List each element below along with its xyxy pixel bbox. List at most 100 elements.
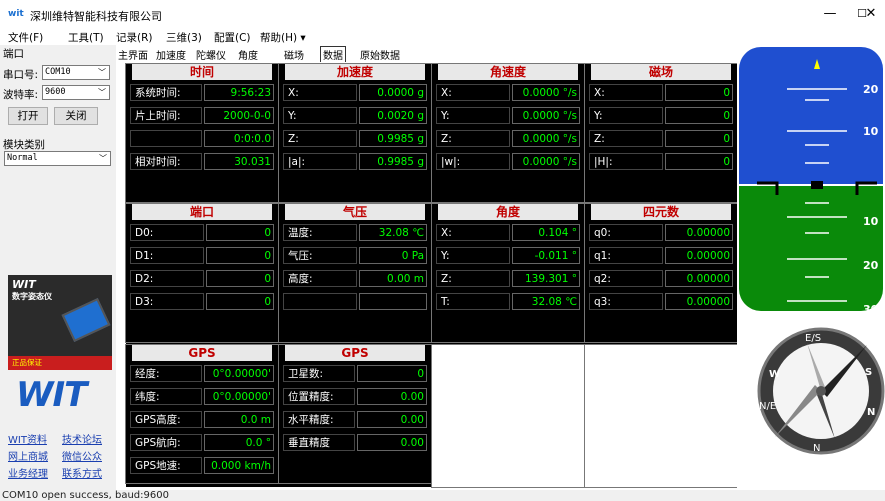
gps2-row: 垂直精度 0.00	[283, 434, 427, 451]
port-row-value: 0	[206, 224, 274, 241]
link-forum[interactable]: 技术论坛	[62, 431, 102, 446]
angle-row: X: 0.104 °	[436, 224, 580, 241]
gps2-row-value: 0.00	[357, 388, 427, 405]
menu-3d[interactable]: 三维(3)	[166, 30, 202, 45]
quat-row-value: 0.00000	[665, 247, 733, 264]
gps1-row-label: GPS航向:	[130, 434, 202, 451]
mag-row-label: X:	[589, 84, 663, 101]
gps1-row-label: GPS高度:	[130, 411, 202, 428]
port-row-label: D1:	[130, 247, 204, 264]
tab-magnetic[interactable]: 磁场	[284, 47, 304, 62]
brand-footer-text: 正品保证	[12, 358, 42, 367]
mag-row: |H|: 0	[589, 153, 733, 170]
baud-label: 波特率:	[3, 89, 39, 101]
tab-main[interactable]: 主界面	[118, 47, 148, 62]
chevron-down-icon: ﹀	[99, 154, 107, 163]
time-panel-title: 时间	[132, 64, 272, 80]
acc-row-label: |a|:	[283, 153, 357, 170]
close-port-button[interactable]: 关闭	[54, 107, 98, 125]
wit-logo: WIT	[16, 375, 87, 415]
port-row-label: D3:	[130, 293, 204, 310]
mag-row: Y: 0	[589, 107, 733, 124]
press-row	[283, 293, 427, 310]
module-value: Normal	[7, 153, 38, 163]
gps2-row-label: 水平精度:	[283, 411, 355, 428]
link-wechat[interactable]: 微信公众	[62, 448, 102, 463]
link-wit-docs[interactable]: WIT资料	[8, 431, 47, 446]
port-row-label: D2:	[130, 270, 204, 287]
gps1-row: 经度: 0°0.00000'	[130, 365, 274, 382]
tab-gyro[interactable]: 陀螺仪	[196, 47, 226, 62]
acc-row: X: 0.0000 g	[283, 84, 427, 101]
menu-bar: 文件(F) 工具(T) 记录(R) 三维(3) 配置(C) 帮助(H) ▾	[0, 29, 885, 45]
quat-row: q0: 0.00000	[589, 224, 733, 241]
open-port-button[interactable]: 打开	[8, 107, 48, 125]
angle-row-label: Z:	[436, 270, 510, 287]
gps1-row-value: 0.0 °	[204, 434, 274, 451]
menu-config[interactable]: 配置(C)	[214, 30, 251, 45]
menu-file[interactable]: 文件(F)	[8, 30, 43, 45]
gps2-row-value: 0.00	[357, 411, 427, 428]
time-row-value: 9:56:23	[204, 84, 274, 101]
link-shop[interactable]: 网上商城	[8, 448, 48, 463]
mag-row-value: 0	[665, 130, 733, 147]
close-window-button[interactable]: ✕	[856, 4, 885, 24]
port-panel: 端口 D0: 0 D1: 0 D2: 0 D3: 0	[125, 203, 279, 343]
gps1-row-label: 经度:	[130, 365, 202, 382]
quat-panel-title: 四元数	[591, 204, 731, 220]
tab-data[interactable]: 数据	[320, 46, 346, 62]
chevron-down-icon: ﹀	[98, 68, 106, 77]
angle-row-label: T:	[436, 293, 510, 310]
acc-row-value: 0.0000 g	[359, 84, 427, 101]
gps2-row-value: 0	[357, 365, 427, 382]
gps2-panel-title: GPS	[285, 345, 425, 361]
angle-row-value: -0.011 °	[512, 247, 580, 264]
link-contact[interactable]: 联系方式	[62, 465, 102, 480]
port-row-value: 0	[206, 293, 274, 310]
brand-wit-small: WIT	[12, 278, 36, 291]
empty-panel	[584, 344, 738, 488]
press-row-label: 高度:	[283, 270, 357, 287]
press-row: 气压: 0 Pa	[283, 247, 427, 264]
tab-acceleration[interactable]: 加速度	[156, 47, 186, 62]
angle-row-value: 32.08 ℃	[512, 293, 580, 310]
port-select[interactable]: COM10 ﹀	[42, 65, 110, 80]
gyro-row-label: Y:	[436, 107, 510, 124]
quat-row-label: q3:	[589, 293, 663, 310]
quat-row-label: q2:	[589, 270, 663, 287]
gps2-row: 水平精度: 0.00	[283, 411, 427, 428]
gyro-row-value: 0.0000 °/s	[512, 84, 580, 101]
module-select[interactable]: Normal ﹀	[4, 151, 111, 166]
menu-tools[interactable]: 工具(T)	[68, 30, 104, 45]
press-row-label	[283, 293, 357, 310]
mag-row-value: 0	[665, 153, 733, 170]
instrument-panel: 20 10 10 20 30 E/S S W N/E N N	[737, 45, 885, 490]
tab-angle[interactable]: 角度	[238, 47, 258, 62]
minimize-button[interactable]: —	[815, 4, 845, 24]
baud-select[interactable]: 9600 ﹀	[42, 85, 110, 100]
link-sales[interactable]: 业务经理	[8, 465, 48, 480]
pitch-label-20: 20	[863, 83, 879, 96]
gyro-row: Y: 0.0000 °/s	[436, 107, 580, 124]
gps1-row: 纬度: 0°0.00000'	[130, 388, 274, 405]
angle-panel-title: 角度	[438, 204, 578, 220]
sensor-device-image	[61, 297, 111, 343]
brand-footer: 正品保证	[8, 356, 112, 370]
sky-area	[739, 47, 883, 185]
port-row: D0: 0	[130, 224, 274, 241]
chevron-down-icon: ﹀	[98, 88, 106, 97]
gyro-panel-title: 角速度	[438, 64, 578, 80]
tab-raw-data[interactable]: 原始数据	[360, 47, 400, 62]
baud-value: 9600	[45, 87, 66, 97]
gps1-row-label: 纬度:	[130, 388, 202, 405]
quat-row-value: 0.00000	[665, 224, 733, 241]
gyro-row: X: 0.0000 °/s	[436, 84, 580, 101]
menu-help[interactable]: 帮助(H) ▾	[260, 30, 306, 45]
press-panel-title: 气压	[285, 204, 425, 220]
acc-row-value: 0.0020 g	[359, 107, 427, 124]
menu-record[interactable]: 记录(R)	[116, 30, 153, 45]
press-row-value: 0.00 m	[359, 270, 427, 287]
gps1-row-value: 0°0.00000'	[204, 365, 274, 382]
status-bar: COM10 open success, baud:9600	[0, 490, 885, 501]
port-label: 串口号:	[3, 69, 39, 81]
